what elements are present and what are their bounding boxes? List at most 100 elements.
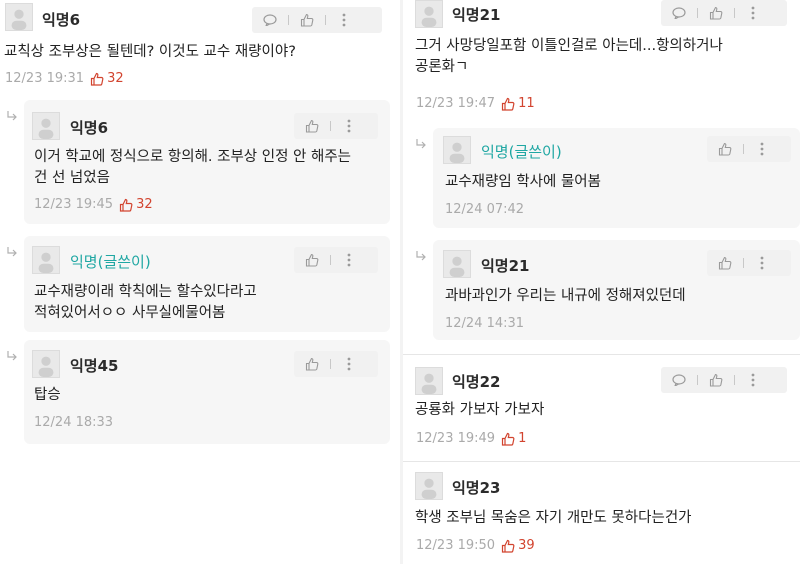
reply-meta: 12/24 14:31 — [445, 316, 524, 331]
comment-item: 익명23 학생 조부님 목숨은 자기 개만도 못하다는건가 12/23 19:5… — [403, 462, 800, 564]
vote-count-value: 32 — [107, 71, 124, 86]
default-avatar-icon — [11, 9, 27, 30]
vote-count-value: 11 — [518, 96, 535, 111]
reply-time: 12/24 18:33 — [34, 415, 114, 430]
thumbs-up-icon — [718, 142, 732, 156]
comment-actions — [661, 0, 787, 26]
reply-text: 교수재량임 학사에 물어봄 — [445, 172, 601, 193]
default-avatar-icon — [421, 478, 437, 499]
more-button[interactable] — [326, 7, 362, 33]
reply-actions — [707, 136, 791, 162]
reply-actions — [707, 250, 791, 276]
left-comment-column: 익명6 교칙상 조부상은 될텐데? 이것도 교수 재량이야? 12/23 19:… — [0, 0, 400, 564]
comment-author[interactable]: 익명21 — [452, 4, 500, 25]
default-avatar-icon — [38, 118, 54, 139]
speech-bubble-icon — [263, 14, 277, 26]
like-button[interactable] — [698, 367, 734, 393]
comment-actions — [661, 367, 787, 393]
reply-text-line: 적혀있어서ㅇㅇ 사무실에물어봄 — [34, 305, 226, 321]
comment-meta: 12/23 19:47 11 — [416, 96, 535, 111]
speech-bubble-icon — [672, 374, 686, 386]
reply-box: 익명21 과바과인가 우리는 내규에 정해져있던데 12/24 14:31 — [433, 240, 800, 340]
thumbs-up-icon — [709, 6, 723, 20]
reply-item: 익명(글쓴이) 교수재량이래 학칙에는 할수있다라고 적혀있어서ㅇㅇ 사무실에물… — [0, 236, 400, 334]
comment-text-line: 공론화ㄱ — [415, 59, 469, 75]
like-button[interactable] — [289, 7, 325, 33]
reply-item: 익명45 탑승 12/24 18:33 — [0, 340, 400, 444]
reply-arrow-icon — [7, 351, 17, 361]
like-button[interactable] — [707, 250, 743, 276]
thumbs-up-icon — [501, 432, 515, 446]
right-comment-column: 익명21 그거 사망당일포함 이틀인걸로 아는데...항의하거나 공론화ㄱ 12… — [403, 0, 800, 564]
more-vertical-icon — [347, 253, 351, 267]
avatar — [415, 472, 443, 500]
avatar — [32, 350, 60, 378]
reply-actions — [294, 351, 378, 377]
more-vertical-icon — [751, 6, 755, 20]
comment-text: 학생 조부님 목숨은 자기 개만도 못하다는건가 — [415, 510, 692, 526]
more-button[interactable] — [735, 367, 771, 393]
comment-author[interactable]: 익명6 — [42, 9, 80, 30]
comment-item: 익명22 공룡화 가보자 가보자 12/23 19:49 1 — [403, 355, 800, 461]
more-button[interactable] — [331, 113, 367, 139]
thumbs-up-icon — [305, 253, 319, 267]
avatar — [443, 136, 471, 164]
vote-count: 39 — [501, 538, 535, 553]
reply-item: 익명(글쓴이) 교수재량임 학사에 물어봄 12/24 07:42 — [403, 128, 800, 232]
reply-meta: 12/23 19:45 32 — [34, 197, 153, 212]
comment-actions — [252, 7, 382, 33]
more-vertical-icon — [347, 357, 351, 371]
like-button[interactable] — [294, 113, 330, 139]
more-button[interactable] — [735, 0, 771, 26]
more-vertical-icon — [347, 119, 351, 133]
thumbs-up-icon — [119, 198, 133, 212]
like-button[interactable] — [294, 247, 330, 273]
vote-count-value: 39 — [518, 538, 535, 553]
avatar — [415, 0, 443, 28]
speech-bubble-icon — [672, 7, 686, 19]
comment-author[interactable]: 익명23 — [452, 477, 500, 498]
reply-arrow-icon — [416, 139, 426, 149]
reply-time: 12/23 19:45 — [34, 197, 114, 212]
reply-author[interactable]: 익명6 — [70, 117, 108, 138]
reply-text: 이거 학교에 정식으로 항의해. 조부상 인정 안 해주는 건 선 넘었음 — [34, 147, 351, 189]
like-button[interactable] — [294, 351, 330, 377]
avatar — [5, 3, 33, 31]
reply-button[interactable] — [661, 0, 697, 26]
vote-count: 32 — [90, 71, 124, 86]
more-button[interactable] — [331, 247, 367, 273]
thumbs-up-icon — [305, 119, 319, 133]
like-button[interactable] — [698, 0, 734, 26]
comment-time: 12/23 19:49 — [416, 431, 496, 446]
reply-actions — [294, 247, 378, 273]
reply-arrow-icon — [416, 251, 426, 261]
comment-author[interactable]: 익명22 — [452, 371, 500, 392]
comment-meta: 12/23 19:50 39 — [416, 538, 535, 553]
like-button[interactable] — [707, 136, 743, 162]
reply-button[interactable] — [661, 367, 697, 393]
thumbs-up-icon — [501, 97, 515, 111]
reply-author[interactable]: 익명45 — [70, 355, 118, 376]
more-vertical-icon — [760, 256, 764, 270]
more-button[interactable] — [744, 250, 780, 276]
more-button[interactable] — [744, 136, 780, 162]
vote-count: 1 — [501, 431, 526, 446]
avatar — [415, 367, 443, 395]
thumbs-up-icon — [305, 357, 319, 371]
reply-author-op[interactable]: 익명(글쓴이) — [70, 251, 151, 272]
avatar — [32, 246, 60, 274]
more-button[interactable] — [331, 351, 367, 377]
vote-count: 11 — [501, 96, 535, 111]
more-vertical-icon — [760, 142, 764, 156]
comment-text: 공룡화 가보자 가보자 — [415, 402, 545, 418]
comment-meta: 12/23 19:49 1 — [416, 431, 526, 446]
reply-box: 익명(글쓴이) 교수재량이래 학칙에는 할수있다라고 적혀있어서ㅇㅇ 사무실에물… — [24, 236, 390, 332]
thumbs-up-icon — [90, 72, 104, 86]
reply-box: 익명6 이거 학교에 정식으로 항의해. 조부상 인정 안 해주는 건 선 넘었… — [24, 100, 390, 224]
reply-text-line: 교수재량임 학사에 물어봄 — [445, 174, 601, 190]
reply-author[interactable]: 익명21 — [481, 255, 529, 276]
reply-item: 익명6 이거 학교에 정식으로 항의해. 조부상 인정 안 해주는 건 선 넘었… — [0, 100, 400, 228]
reply-button[interactable] — [252, 7, 288, 33]
thumbs-up-icon — [709, 373, 723, 387]
reply-author-op[interactable]: 익명(글쓴이) — [481, 141, 562, 162]
